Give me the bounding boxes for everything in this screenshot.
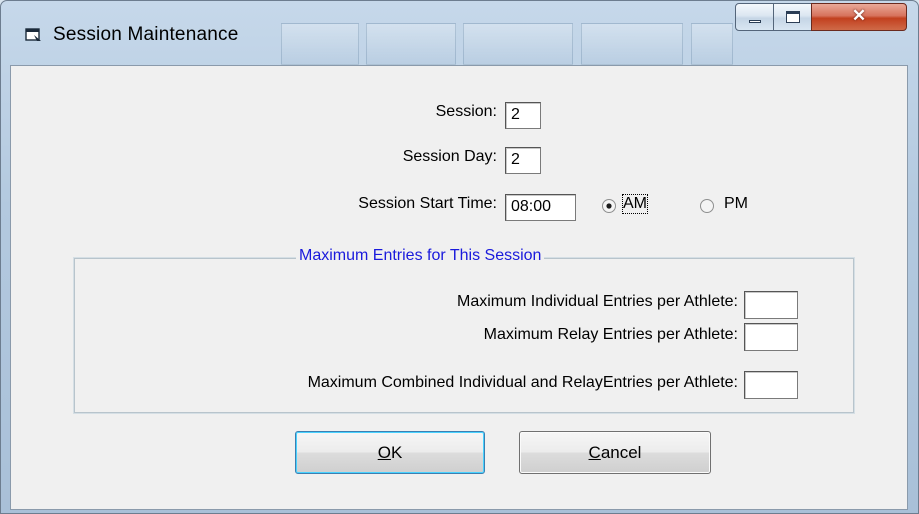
max-entries-legend: Maximum Entries for This Session [296, 247, 545, 265]
ok-label: K [390, 443, 403, 462]
cancel-label: ancel [600, 443, 642, 462]
session-label: Session: [435, 103, 497, 120]
max-combined-input[interactable] [744, 371, 798, 399]
background-window-tab [366, 23, 456, 65]
ok-button[interactable]: OK [295, 431, 485, 474]
max-relay-input[interactable] [744, 323, 798, 351]
am-radio-button[interactable] [601, 198, 617, 214]
cancel-mnemonic: C [588, 443, 601, 462]
close-button[interactable]: ✕ [811, 3, 907, 31]
start-time-label: Session Start Time: [358, 195, 497, 212]
session-day-label: Session Day: [402, 148, 497, 165]
max-combined-label: Maximum Combined Individual and RelayEnt… [307, 374, 738, 391]
dialog-client-area: Session: 2 Session Day: 2 Session Start … [10, 65, 908, 510]
title-bar[interactable]: Session Maintenance ✕ [1, 1, 918, 65]
max-relay-label: Maximum Relay Entries per Athlete: [483, 326, 738, 343]
max-individual-input[interactable] [744, 291, 798, 319]
minimize-button[interactable] [735, 3, 774, 31]
am-label[interactable]: AM [622, 194, 648, 214]
background-window-tab [691, 23, 733, 65]
max-entries-group: Maximum Entries for This Session Maximum… [73, 247, 855, 414]
pm-radio-button[interactable] [699, 198, 715, 214]
background-window-tab [281, 23, 359, 65]
background-window-tab [463, 23, 573, 65]
maximize-icon [786, 11, 800, 23]
maximize-button[interactable] [773, 3, 812, 31]
session-input[interactable]: 2 [505, 102, 541, 129]
max-individual-label: Maximum Individual Entries per Athlete: [456, 293, 738, 310]
background-window-tab [581, 23, 683, 65]
minimize-icon [749, 20, 761, 23]
session-maintenance-window: Session Maintenance ✕ Session: 2 Session… [0, 0, 919, 514]
session-day-input[interactable]: 2 [505, 147, 541, 174]
close-icon: ✕ [851, 6, 867, 25]
cancel-button[interactable]: Cancel [519, 431, 711, 474]
ok-mnemonic: O [377, 443, 391, 462]
pm-label[interactable]: PM [724, 195, 748, 213]
start-time-input[interactable]: 08:00 [505, 194, 576, 221]
window-title: Session Maintenance [53, 24, 239, 45]
window-app-icon[interactable] [25, 27, 43, 43]
